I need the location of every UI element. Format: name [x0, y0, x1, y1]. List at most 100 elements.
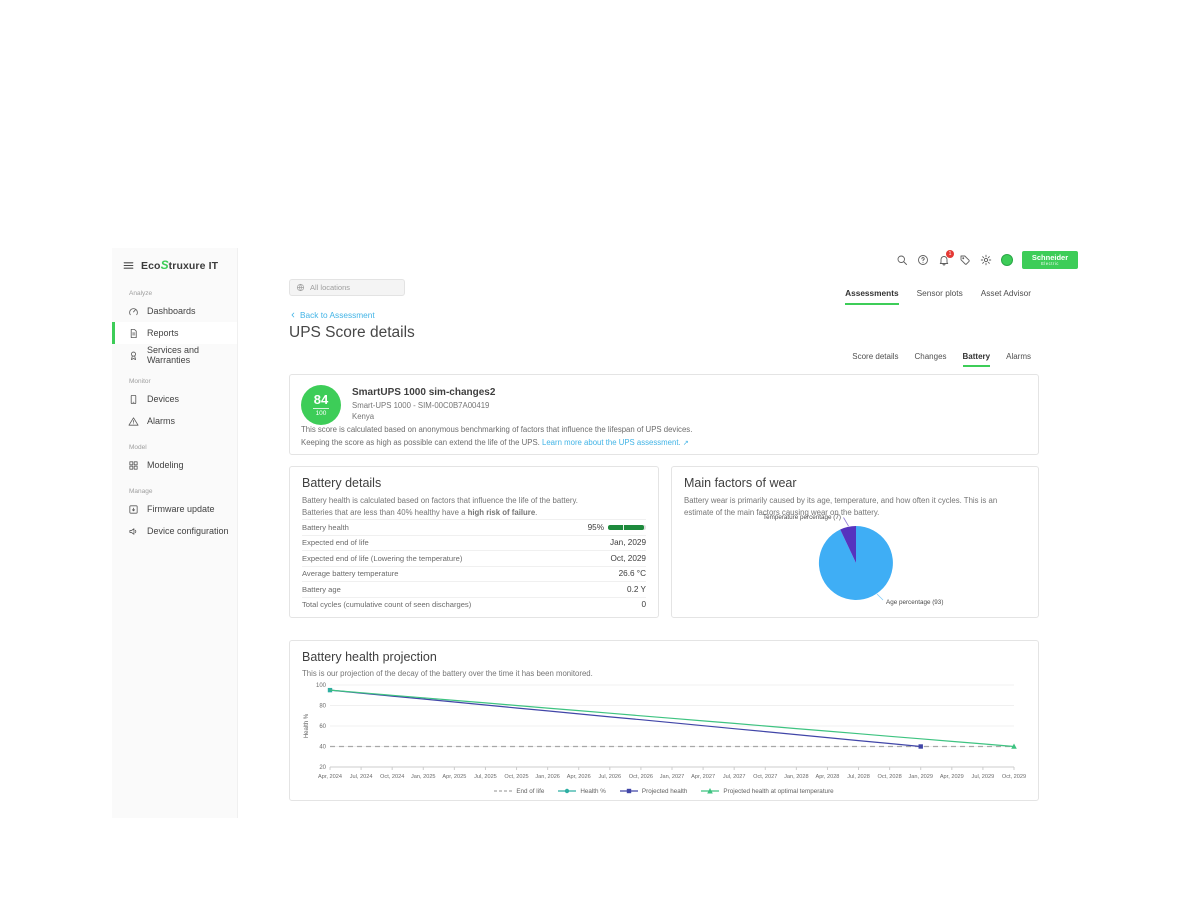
detail-value: 95% — [588, 523, 646, 532]
score-max: 100 — [316, 410, 327, 417]
page-title: UPS Score details — [289, 324, 415, 342]
sidebar-section-label: Model — [129, 444, 237, 451]
sidebar-item-label: Dashboards — [147, 306, 196, 316]
ecostruxure-swirl-icon: S — [161, 258, 169, 272]
svg-text:Apr, 2027: Apr, 2027 — [691, 774, 715, 780]
modeling-icon — [128, 460, 139, 471]
help-icon[interactable] — [917, 254, 929, 266]
battery-detail-row: Expected end of life (Lowering the tempe… — [302, 550, 646, 566]
legend-item-projected-health[interactable]: Projected health — [620, 787, 688, 795]
learn-more-link[interactable]: Learn more about the UPS assessment. ↗ — [542, 438, 689, 447]
topbar-icons: 1 — [896, 254, 1013, 266]
location-search-placeholder: All locations — [310, 283, 350, 292]
battery-details-rows: Battery health 95% Expected end of life Jan… — [302, 519, 646, 612]
schneider-electric-logo[interactable]: Schneider Electric — [1022, 251, 1078, 269]
device-name: SmartUPS 1000 sim-changes2 — [352, 387, 495, 398]
detail-value: 0.2 Y — [627, 585, 646, 594]
detail-label: Battery health — [302, 523, 349, 532]
legend-item-health-[interactable]: Health % — [558, 787, 606, 795]
battery-health-bar — [608, 525, 646, 530]
sidebar-item-modeling[interactable]: Modeling — [112, 454, 237, 476]
search-icon[interactable] — [896, 254, 908, 266]
svg-text:Jan, 2029: Jan, 2029 — [908, 774, 933, 780]
svg-text:Jul, 2027: Jul, 2027 — [723, 774, 746, 780]
detail-value: Jan, 2029 — [610, 538, 646, 547]
services-icon — [128, 350, 139, 361]
legend-label: End of life — [516, 788, 544, 795]
svg-text:Jul, 2029: Jul, 2029 — [972, 774, 995, 780]
svg-text:Jul, 2024: Jul, 2024 — [350, 774, 373, 780]
tab-asset-advisor[interactable]: Asset Advisor — [981, 288, 1031, 305]
sidebar-section-label: Analyze — [129, 290, 237, 297]
hamburger-menu-icon[interactable] — [122, 259, 135, 272]
reports-icon — [128, 328, 139, 339]
battery-detail-row: Expected end of life Jan, 2029 — [302, 535, 646, 551]
app-logo[interactable]: EcoStruxure IT — [112, 248, 237, 278]
legend-label: Projected health — [642, 788, 688, 795]
svg-text:Jul, 2028: Jul, 2028 — [847, 774, 870, 780]
svg-text:Jul, 2025: Jul, 2025 — [474, 774, 497, 780]
subtab-changes[interactable]: Changes — [915, 352, 947, 367]
health-projection-card: Battery health projection This is our pr… — [289, 640, 1039, 801]
sidebar-item-label: Firmware update — [147, 504, 215, 514]
score-badge: 84 100 — [301, 385, 341, 425]
device-location: Kenya — [352, 412, 374, 421]
tab-assessments[interactable]: Assessments — [845, 288, 899, 305]
config-icon — [128, 526, 139, 537]
page-tabs: Assessments Sensor plots Asset Advisor — [845, 288, 1031, 305]
sidebar-item-label: Services and Warranties — [147, 345, 237, 365]
sidebar-item-label: Device configuration — [147, 526, 229, 536]
sidebar-item-alarms[interactable]: Alarms — [112, 410, 237, 432]
back-link-label: Back to Assessment — [300, 310, 375, 320]
svg-text:Apr, 2026: Apr, 2026 — [567, 774, 591, 780]
subtab-battery[interactable]: Battery — [963, 352, 991, 367]
tab-sensor-plots[interactable]: Sensor plots — [917, 288, 963, 305]
sidebar-item-label: Devices — [147, 394, 179, 404]
sidebar-nav: Analyze Dashboards Reports Services and War… — [112, 290, 237, 542]
svg-text:Oct, 2026: Oct, 2026 — [629, 774, 653, 780]
svg-text:Oct, 2029: Oct, 2029 — [1002, 774, 1026, 780]
location-search-input[interactable]: All locations — [289, 279, 405, 296]
back-to-assessment-link[interactable]: Back to Assessment — [289, 310, 375, 320]
svg-text:Jul, 2026: Jul, 2026 — [598, 774, 621, 780]
sidebar-item-dashboards[interactable]: Dashboards — [112, 300, 237, 322]
score-description-2: Keeping the score as high as possible ca… — [301, 438, 689, 447]
bell-icon[interactable]: 1 — [938, 254, 950, 266]
detail-label: Expected end of life — [302, 538, 369, 547]
sidebar-item-label: Reports — [147, 328, 179, 338]
sidebar-item-device-configuration[interactable]: Device configuration — [112, 520, 237, 542]
battery-detail-row: Total cycles (cumulative count of seen d… — [302, 597, 646, 613]
score-description-1: This score is calculated based on anonym… — [301, 425, 692, 434]
battery-detail-row: Battery health 95% — [302, 519, 646, 535]
user-avatar[interactable] — [1001, 254, 1013, 266]
globe-icon — [296, 283, 305, 292]
battery-detail-row: Battery age0.2 Y — [302, 581, 646, 597]
device-model-serial: Smart-UPS 1000 - SIM-00C0B7A00419 — [352, 401, 489, 410]
legend-item-end-of-life[interactable]: End of life — [494, 787, 544, 795]
svg-text:Apr, 2028: Apr, 2028 — [815, 774, 839, 780]
score-value: 84 — [314, 393, 328, 407]
firmware-icon — [128, 504, 139, 515]
svg-text:Jan, 2026: Jan, 2026 — [535, 774, 560, 780]
subtab-score-details[interactable]: Score details — [852, 352, 898, 367]
svg-text:20: 20 — [319, 765, 326, 771]
wear-factors-card: Main factors of wear Battery wear is pri… — [671, 466, 1039, 618]
sidebar-section-label: Manage — [129, 488, 237, 495]
svg-text:Jan, 2027: Jan, 2027 — [660, 774, 685, 780]
sidebar: EcoStruxure IT Analyze Dashboards Reports S… — [112, 248, 238, 818]
battery-details-title: Battery details — [302, 476, 381, 490]
legend-label: Projected health at optimal temperature — [723, 788, 833, 795]
svg-text:Apr, 2024: Apr, 2024 — [318, 774, 342, 780]
detail-subtabs: Score details Changes Battery Alarms — [852, 352, 1031, 367]
legend-item-projected-health-at-optimal-temperature[interactable]: Projected health at optimal temperature — [701, 787, 833, 795]
svg-text:Oct, 2024: Oct, 2024 — [380, 774, 404, 780]
sidebar-item-firmware-update[interactable]: Firmware update — [112, 498, 237, 520]
sidebar-item-devices[interactable]: Devices — [112, 388, 237, 410]
svg-text:60: 60 — [319, 724, 326, 730]
tag-icon[interactable] — [959, 254, 971, 266]
subtab-alarms[interactable]: Alarms — [1006, 352, 1031, 367]
ups-score-card: 84 100 SmartUPS 1000 sim-changes2 Smart-… — [289, 374, 1039, 455]
sidebar-item-reports[interactable]: Reports — [112, 322, 237, 344]
sidebar-item-services-and-warranties[interactable]: Services and Warranties — [112, 344, 237, 366]
gear-icon[interactable] — [980, 254, 992, 266]
